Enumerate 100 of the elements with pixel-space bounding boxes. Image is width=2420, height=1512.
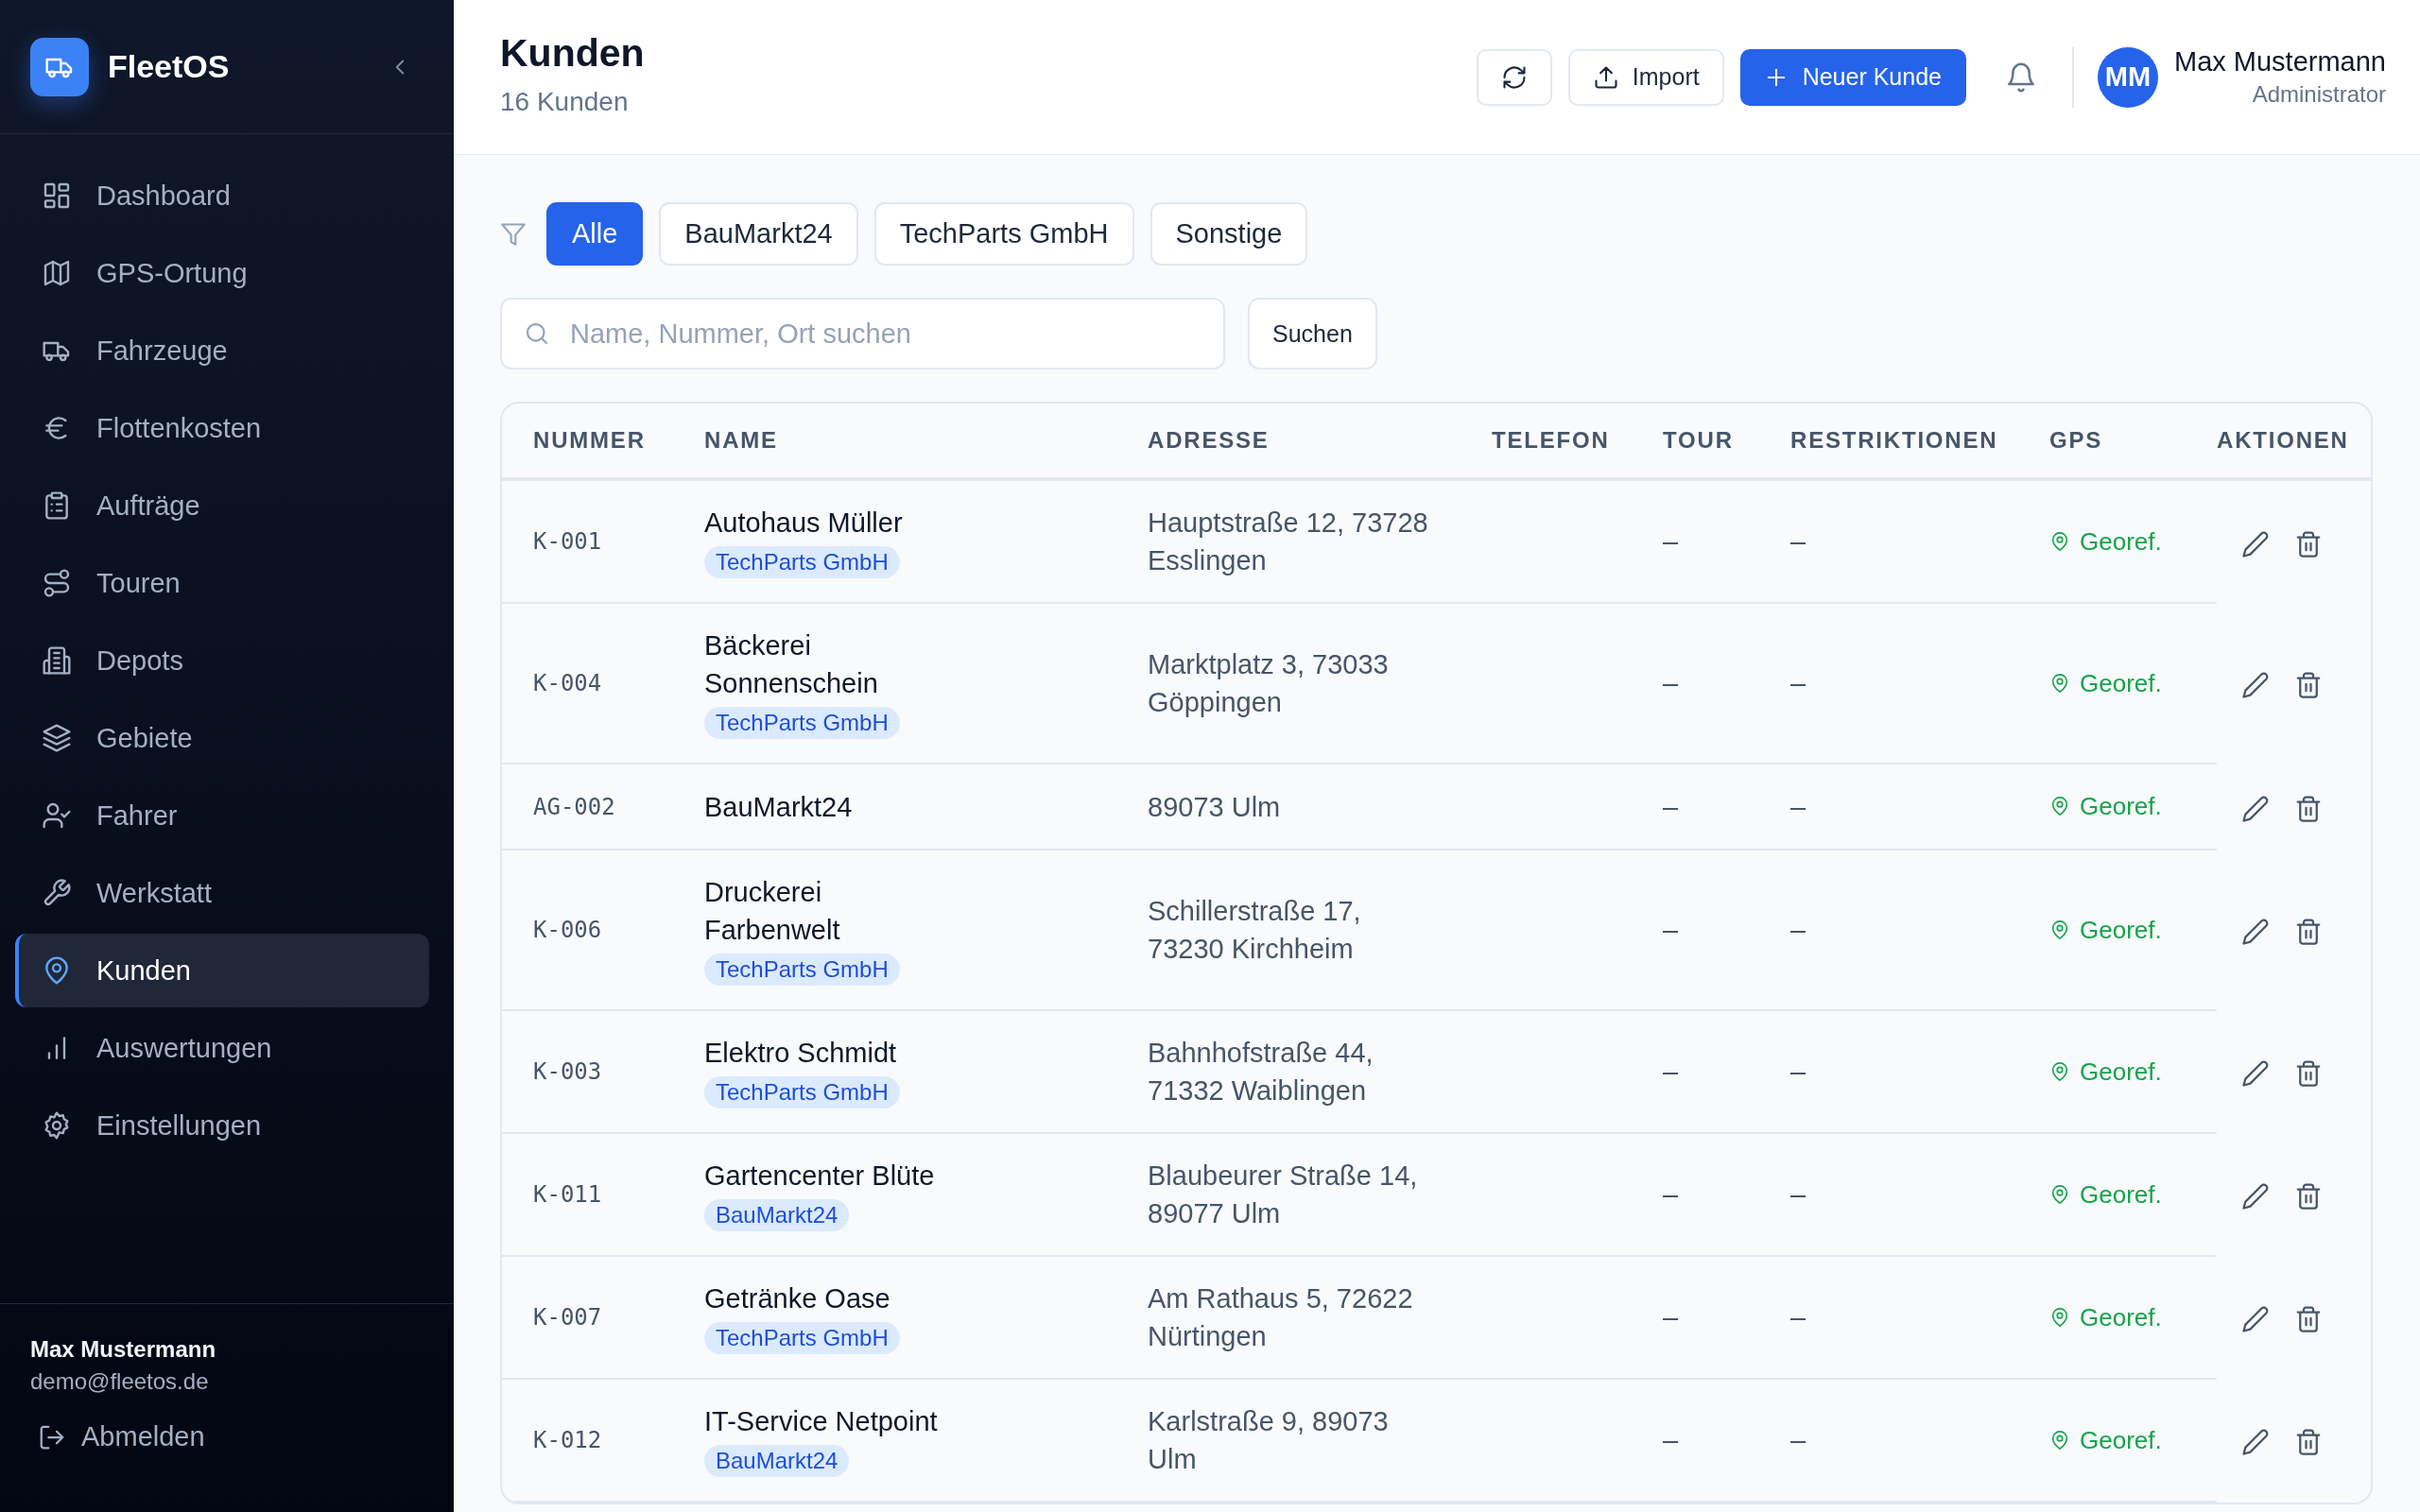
table-cell: Marktplatz 3, 73033 Göppingen [1148, 603, 1492, 764]
gps-status: Georef. [2080, 1178, 2162, 1211]
filter-chip[interactable]: Alle [546, 202, 644, 266]
nav-item[interactable]: Gebiete [15, 701, 429, 775]
nav-item[interactable]: Fahrzeuge [15, 314, 429, 387]
search-field[interactable]: Name, Nummer, Ort suchen [500, 298, 1225, 369]
layers-icon [42, 723, 72, 753]
table-cell: K-001 [502, 479, 704, 603]
gps-status: Georef. [2080, 667, 2162, 699]
wrench-icon [42, 878, 72, 908]
edit-button[interactable] [2241, 529, 2270, 558]
logout-link[interactable]: Abmelden [30, 1421, 424, 1452]
user-name: Max Mustermann [2174, 46, 2386, 77]
refresh-button[interactable] [1476, 48, 1552, 106]
delete-button[interactable] [2294, 529, 2323, 558]
nav-item[interactable]: Kunden [15, 934, 429, 1007]
map-pin-icon [2049, 1429, 2070, 1451]
nav-item[interactable]: GPS-Ortung [15, 236, 429, 310]
nav-item[interactable]: Flottenkosten [15, 391, 429, 465]
column-header[interactable]: AKTIONEN [2217, 404, 2371, 479]
user-check-icon [42, 800, 72, 831]
map-icon [42, 258, 72, 288]
edit-button[interactable] [2241, 918, 2270, 947]
nav-item[interactable]: Werkstatt [15, 856, 429, 930]
map-pin-icon [2049, 1306, 2070, 1328]
gps-status: Georef. [2080, 914, 2162, 946]
nav-item[interactable]: Aufträge [15, 469, 429, 542]
gps-status: Georef. [2080, 1056, 2162, 1088]
avatar[interactable]: MM [2098, 46, 2158, 108]
table-cell: Bahnhofstraße 44, 71332 Waiblingen [1148, 1010, 1492, 1133]
table-cell: K-012 [502, 1379, 704, 1502]
user-role: Administrator [2251, 81, 2386, 108]
nav-item[interactable]: Einstellungen [15, 1089, 429, 1162]
pencil-icon [2241, 918, 2270, 947]
customer-name: IT-Service Netpoint [704, 1405, 938, 1438]
customer-name: Druckerei Farbenwelt [704, 876, 841, 947]
notifications-button[interactable] [2005, 60, 2037, 94]
customer-name: Gartencenter Blüte [704, 1160, 935, 1193]
table-cell: AG-002 [502, 764, 704, 850]
delete-button[interactable] [2294, 918, 2323, 947]
nav-item[interactable]: Touren [15, 546, 429, 620]
table-cell: – [1663, 603, 1790, 764]
column-header[interactable]: TELEFON [1492, 404, 1663, 479]
table-cell: – [1790, 1379, 2049, 1502]
column-header[interactable]: RESTRIKTIONEN [1790, 404, 2049, 479]
customer-tag: BauMarkt24 [704, 1199, 850, 1231]
trash-icon [2294, 1182, 2323, 1211]
nav-item[interactable]: Dashboard [15, 159, 429, 232]
customer-tag: TechParts GmbH [704, 954, 900, 986]
table-cell: – [1790, 1010, 2049, 1133]
table-cell: – [1663, 764, 1790, 850]
pencil-icon [2241, 794, 2270, 823]
delete-button[interactable] [2294, 1428, 2323, 1457]
table-cell: – [1663, 1256, 1790, 1379]
pencil-icon [2241, 1428, 2270, 1457]
edit-button[interactable] [2241, 1305, 2270, 1334]
table-cell: Blaubeurer Straße 14, 89077 Ulm [1148, 1133, 1492, 1256]
edit-button[interactable] [2241, 1059, 2270, 1089]
table-cell: – [1790, 850, 2049, 1010]
new-customer-button[interactable]: Neuer Kunde [1739, 48, 1966, 106]
edit-button[interactable] [2241, 794, 2270, 823]
trash-icon [2294, 1305, 2323, 1334]
column-header[interactable]: NUMMER [502, 404, 704, 479]
gps-status: Georef. [2080, 1424, 2162, 1456]
delete-button[interactable] [2294, 1059, 2323, 1089]
user-email: demo@fleetos.de [30, 1368, 210, 1395]
import-button[interactable]: Import [1567, 48, 1724, 106]
nav-item[interactable]: Fahrer [15, 779, 429, 852]
delete-button[interactable] [2294, 1182, 2323, 1211]
map-pin-icon [2049, 796, 2070, 816]
edit-button[interactable] [2241, 1182, 2270, 1211]
delete-button[interactable] [2294, 794, 2323, 823]
filter-icon [500, 220, 527, 248]
logo-icon [30, 37, 89, 96]
map-pin-icon [2049, 672, 2070, 694]
filter-chip[interactable]: Sonstige [1150, 202, 1308, 266]
user-name: Max Mustermann [30, 1336, 217, 1363]
customer-name: Autohaus Müller [704, 507, 903, 540]
filter-chip[interactable]: BauMarkt24 [659, 202, 858, 266]
customer-name: Getränke Oase [704, 1282, 890, 1315]
table-cell: K-004 [502, 603, 704, 764]
gps-status: Georef. [2080, 791, 2162, 822]
customer-tag: BauMarkt24 [704, 1445, 850, 1477]
edit-button[interactable] [2241, 1428, 2270, 1457]
nav-item[interactable]: Depots [15, 624, 429, 697]
nav-item[interactable]: Auswertungen [15, 1011, 429, 1085]
column-header[interactable]: TOUR [1663, 404, 1790, 479]
table-cell: – [1790, 479, 2049, 603]
search-button[interactable]: Suchen [1248, 298, 1377, 369]
column-header[interactable]: GPS [2049, 404, 2217, 479]
edit-button[interactable] [2241, 671, 2270, 700]
customer-name: Bäckerei Sonnenschein [704, 629, 879, 700]
customer-tag: TechParts GmbH [704, 707, 900, 739]
delete-button[interactable] [2294, 1305, 2323, 1334]
column-header[interactable]: NAME [704, 404, 1148, 479]
delete-button[interactable] [2294, 671, 2323, 700]
filter-chip[interactable]: TechParts GmbH [873, 202, 1134, 266]
table-cell: Hauptstraße 12, 73728 Esslingen [1148, 479, 1492, 603]
column-header[interactable]: ADRESSE [1148, 404, 1492, 479]
building-icon [42, 645, 72, 676]
